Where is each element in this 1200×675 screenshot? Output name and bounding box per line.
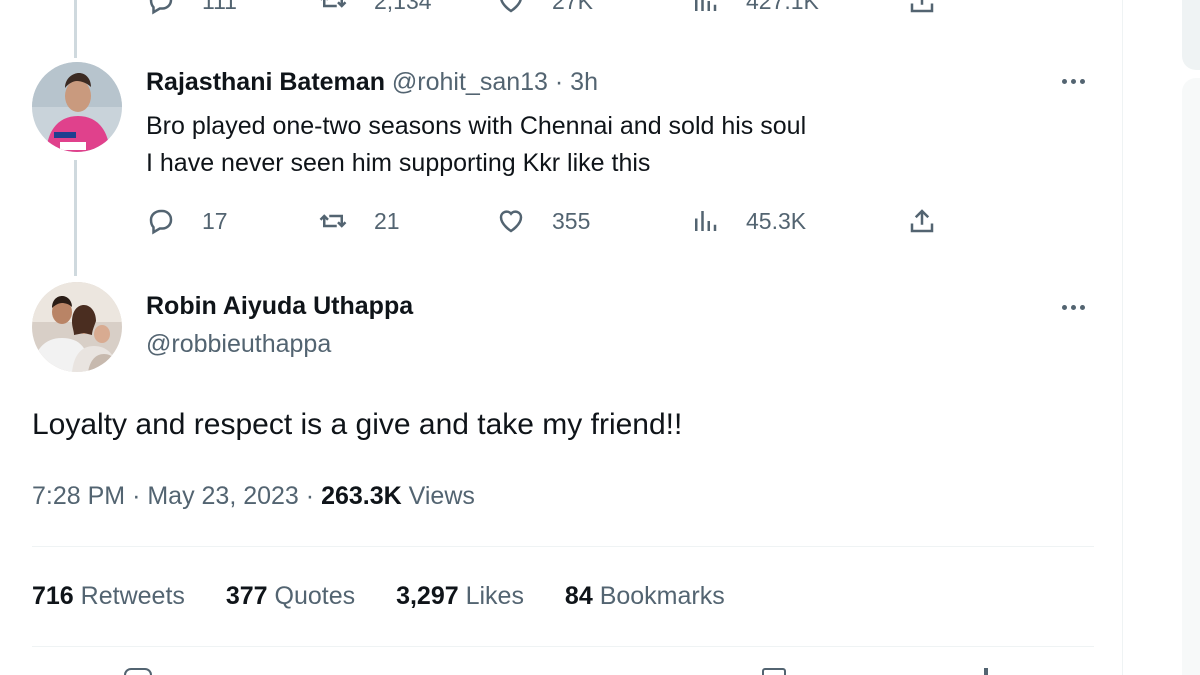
main-display-name[interactable]: Robin Aiyuda Uthappa (146, 292, 413, 321)
prev-like-button[interactable]: 27K (496, 0, 593, 16)
reply-header: Rajasthani Bateman @rohit_san13 · 3h (146, 68, 598, 97)
prev-reply-count: 111 (202, 0, 237, 14)
more-icon (1062, 79, 1067, 84)
main-views-count: 263.3K (321, 482, 402, 510)
share-icon[interactable] (984, 668, 988, 675)
more-icon-dot (1080, 79, 1085, 84)
reply-reply-count: 17 (202, 207, 228, 234)
main-actions-cutoff (0, 668, 1100, 675)
meta-separator: · (132, 482, 141, 510)
likes-count: 3,297 (396, 582, 459, 610)
views-icon (695, 0, 717, 11)
reply-more-button[interactable] (1062, 79, 1085, 84)
share-icon (910, 209, 934, 233)
reply-text: Bro played one-two seasons with Chennai … (146, 108, 806, 182)
right-search-edge (1182, 0, 1200, 70)
main-views-label: Views (408, 482, 475, 510)
avatar-robin-uthappa[interactable] (32, 282, 122, 372)
bookmark-icon[interactable] (762, 668, 786, 675)
right-sidebar-edge (1182, 78, 1200, 675)
avatar-image (32, 282, 122, 372)
reply-actions: 17 21 355 45.3K (0, 206, 1000, 236)
prev-reply-button[interactable]: 111 (146, 0, 237, 16)
main-tweet-meta: 7:28 PM · May 23, 2023 · 263.3K Views (32, 482, 475, 511)
quotes-label: Quotes (274, 582, 356, 610)
reply-icon (149, 209, 173, 235)
share-icon (910, 0, 934, 13)
quotes-stat[interactable]: 377 Quotes (226, 582, 362, 610)
main-date[interactable]: May 23, 2023 (147, 482, 299, 510)
right-column-border (1122, 0, 1123, 675)
like-icon (500, 0, 522, 13)
retweet-icon (319, 214, 347, 228)
bookmarks-count: 84 (564, 582, 593, 610)
reply-retweet-button[interactable]: 21 (318, 206, 400, 236)
prev-retweet-count: 2,134 (374, 0, 432, 14)
reply-icon (149, 0, 173, 15)
prev-retweet-button[interactable]: 2,134 (318, 0, 432, 16)
engagement-row: 716 Retweets 377 Quotes 3,297 Likes 84 B… (32, 582, 725, 611)
reply-views-button[interactable]: 45.3K (690, 206, 806, 236)
retweet-icon (320, 0, 347, 8)
reply-views-count: 45.3K (746, 207, 807, 234)
main-time[interactable]: 7:28 PM (32, 482, 125, 510)
reply-handle[interactable]: @rohit_san13 (392, 68, 548, 96)
prev-views-count: 427.1K (746, 0, 819, 14)
more-icon (1062, 305, 1067, 310)
quotes-count: 377 (225, 582, 268, 610)
retweets-label: Retweets (80, 582, 185, 610)
reply-display-name[interactable]: Rajasthani Bateman (146, 68, 385, 96)
reply-text-line1: Bro played one-two seasons with Chennai … (146, 112, 807, 140)
reply-share-button[interactable] (907, 206, 937, 236)
retweets-stat[interactable]: 716 Retweets (32, 582, 192, 610)
prev-share-button[interactable] (907, 0, 937, 16)
prev-like-count: 27K (552, 0, 593, 14)
prev-views-button[interactable]: 427.1K (690, 0, 819, 16)
more-icon-dot (1080, 305, 1085, 310)
avatar-rajasthani-bateman[interactable] (32, 62, 122, 152)
meta-separator-2: · (305, 482, 315, 510)
likes-label: Likes (465, 582, 524, 610)
reply-reply-button[interactable]: 17 (146, 206, 228, 236)
reply-time[interactable]: · 3h (555, 68, 598, 96)
bookmarks-stat[interactable]: 84 Bookmarks (565, 582, 725, 610)
reply-retweet-count: 21 (374, 207, 400, 234)
main-tweet-text: Loyalty and respect is a give and take m… (32, 408, 683, 441)
main-handle[interactable]: @robbieuthappa (146, 330, 331, 359)
reply-icon[interactable] (124, 668, 152, 675)
like-icon (499, 210, 523, 233)
reply-like-button[interactable]: 355 (496, 206, 590, 236)
divider-top (32, 546, 1094, 547)
views-icon (695, 211, 717, 231)
avatar-image (32, 62, 122, 152)
more-icon-dot (1071, 305, 1076, 310)
bookmarks-label: Bookmarks (599, 582, 725, 610)
reply-text-line2: I have never seen him supporting Kkr lik… (146, 149, 651, 177)
reply-like-count: 355 (552, 207, 591, 234)
likes-stat[interactable]: 3,297 Likes (396, 582, 531, 610)
main-more-button[interactable] (1062, 305, 1085, 310)
more-icon-dot (1071, 79, 1076, 84)
retweets-count: 716 (32, 582, 74, 610)
divider-bottom (32, 646, 1094, 647)
prev-tweet-actions: 111 2,134 27K 427.1K (0, 0, 1000, 16)
